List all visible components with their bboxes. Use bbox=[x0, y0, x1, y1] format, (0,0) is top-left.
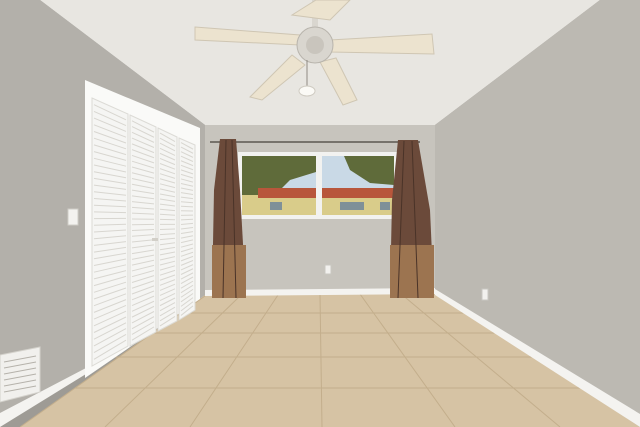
wall-outlet bbox=[324, 264, 332, 275]
window bbox=[238, 152, 398, 219]
louver-slat bbox=[180, 218, 194, 221]
louver-slat bbox=[159, 228, 176, 230]
light-switch bbox=[67, 208, 79, 226]
empty-bedroom-photo bbox=[0, 0, 640, 427]
louver-slat bbox=[180, 205, 194, 208]
closet-knob bbox=[152, 238, 158, 241]
wall-vent bbox=[0, 346, 41, 403]
wall-outlet bbox=[481, 288, 489, 301]
room-illustration bbox=[0, 0, 640, 427]
louver-slat bbox=[93, 211, 127, 214]
